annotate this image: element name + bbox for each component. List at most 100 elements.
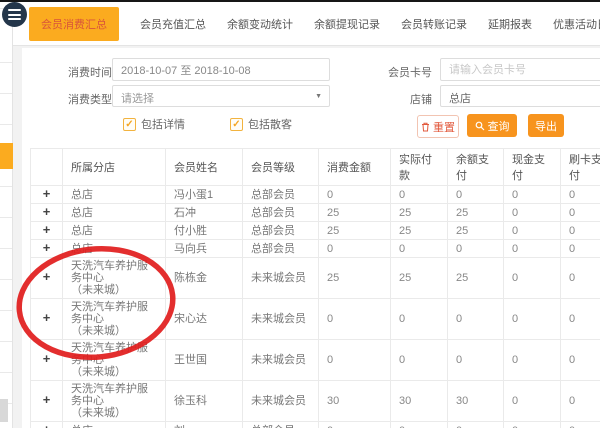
cell-member-level: 未来城会员: [243, 381, 319, 422]
column-header-1: 所属分店: [63, 149, 166, 186]
cell-member-name: 王世国: [166, 340, 243, 381]
expand-row-icon[interactable]: +: [43, 207, 51, 217]
cell-branch: 天洗汽车养护服务中心 （未来城）: [63, 299, 166, 340]
reset-button[interactable]: 重置: [417, 115, 459, 138]
cell-value: 0: [561, 222, 600, 240]
cell-member-name: 宋心达: [166, 299, 243, 340]
tab-7[interactable]: 优惠活动日志: [553, 16, 600, 32]
search-button[interactable]: 查询: [467, 114, 517, 137]
cell-value: 0: [319, 186, 391, 204]
collapsed-sidebar[interactable]: [0, 2, 13, 428]
shop-label: 店铺: [352, 91, 432, 107]
cell-member-name: 徐玉科: [166, 381, 243, 422]
cell-member-level: 未来城会员: [243, 299, 319, 340]
expand-row-icon[interactable]: +: [43, 354, 51, 364]
cell-branch: 总店: [63, 422, 166, 428]
cell-value: 30: [391, 381, 448, 422]
cell-value: 0: [319, 422, 391, 428]
cell-member-level: 总部会员: [243, 240, 319, 258]
tab-5[interactable]: 会员转账记录: [401, 16, 467, 32]
cell-value: 0: [448, 299, 504, 340]
cell-value: 0: [448, 240, 504, 258]
tab-1[interactable]: 会员消费汇总: [29, 7, 119, 41]
search-icon: [475, 121, 485, 131]
table-row: +总店马向兵总部会员00000: [31, 240, 600, 258]
tab-bar: 会员消费汇总 会员充值汇总 余额变动统计 余额提现记录 会员转账记录 延期报表 优惠活动日志…: [29, 2, 600, 46]
cell-member-name: 付小胜: [166, 222, 243, 240]
include-detail-checkbox[interactable]: ✓ 包括详情: [123, 116, 185, 132]
column-header-8: 刷卡支付: [561, 149, 600, 186]
cell-value: 25: [319, 204, 391, 222]
expand-cell: +: [31, 222, 63, 240]
cell-value: 30: [448, 381, 504, 422]
app-logo[interactable]: [2, 2, 27, 27]
cell-member-level: 总部会员: [243, 186, 319, 204]
chevron-down-icon: ▼: [315, 93, 322, 100]
results-table: 所属分店会员姓名会员等级消费金额实际付款余额支付现金支付刷卡支付 +总店冯小蛋1…: [30, 148, 600, 428]
cell-member-level: 未来城会员: [243, 258, 319, 299]
tab-4[interactable]: 余额提现记录: [314, 16, 380, 32]
content-panel: 消费时间 会员卡号 消费类型 请选择 ▼ 店铺 总店 ✓ 包括详情 ✓ 包括散客…: [22, 48, 600, 428]
cell-value: 25: [448, 222, 504, 240]
consume-type-select[interactable]: 请选择 ▼: [112, 85, 330, 107]
expand-row-icon[interactable]: +: [43, 425, 51, 428]
cell-value: 25: [319, 258, 391, 299]
cell-value: 0: [504, 299, 561, 340]
cell-value: 0: [391, 240, 448, 258]
cell-branch: 总店: [63, 222, 166, 240]
reset-button-label: 重置: [433, 119, 455, 135]
cell-value: 0: [319, 240, 391, 258]
consume-type-label: 消费类型: [52, 91, 112, 107]
cell-value: 0: [504, 240, 561, 258]
cell-value: 0: [448, 340, 504, 381]
tab-3[interactable]: 余额变动统计: [227, 16, 293, 32]
cell-member-name: 刘: [166, 422, 243, 428]
cell-branch: 总店: [63, 204, 166, 222]
cell-value: 0: [504, 381, 561, 422]
cell-value: 25: [448, 204, 504, 222]
trash-icon: [421, 122, 430, 132]
expand-row-icon[interactable]: +: [43, 395, 51, 405]
sidebar-scroll-thumb[interactable]: [0, 399, 8, 422]
tab-6[interactable]: 延期报表: [488, 16, 532, 32]
expand-cell: +: [31, 186, 63, 204]
cell-value: 0: [391, 340, 448, 381]
cell-value: 0: [391, 186, 448, 204]
table-row: +天洗汽车养护服务中心 （未来城）陈栋金未来城会员25252500: [31, 258, 600, 299]
table-row: +天洗汽车养护服务中心 （未来城）王世国未来城会员00000: [31, 340, 600, 381]
cell-value: 0: [504, 258, 561, 299]
consume-time-input[interactable]: [112, 58, 330, 81]
include-detail-label: 包括详情: [141, 116, 185, 132]
hamburger-menu-icon: [8, 9, 21, 23]
cell-value: 30: [319, 381, 391, 422]
checkbox-checked-icon: ✓: [230, 118, 243, 131]
expand-cell: +: [31, 340, 63, 381]
cell-value: 0: [561, 422, 600, 428]
member-card-input[interactable]: [440, 58, 600, 81]
expand-row-icon[interactable]: +: [43, 225, 51, 235]
expand-row-icon[interactable]: +: [43, 189, 51, 199]
checkbox-checked-icon: ✓: [123, 118, 136, 131]
app-window: 会员消费汇总 会员充值汇总 余额变动统计 余额提现记录 会员转账记录 延期报表 优惠活动日志…: [0, 0, 600, 428]
cell-value: 25: [391, 258, 448, 299]
expand-row-icon[interactable]: +: [43, 243, 51, 253]
expand-row-icon[interactable]: +: [43, 313, 51, 323]
cell-branch: 天洗汽车养护服务中心 （未来城）: [63, 258, 166, 299]
cell-value: 0: [561, 299, 600, 340]
table-header-row: 所属分店会员姓名会员等级消费金额实际付款余额支付现金支付刷卡支付: [31, 149, 600, 186]
cell-value: 0: [504, 186, 561, 204]
cell-value: 0: [448, 422, 504, 428]
cell-value: 0: [319, 299, 391, 340]
cell-member-level: 总部会员: [243, 204, 319, 222]
expand-cell: +: [31, 422, 63, 428]
export-button-label: 导出: [535, 118, 557, 134]
consume-time-label: 消费时间: [52, 64, 112, 80]
shop-select[interactable]: 总店: [440, 85, 600, 107]
cell-member-name: 石冲: [166, 204, 243, 222]
tab-2[interactable]: 会员充值汇总: [140, 16, 206, 32]
export-button[interactable]: 导出: [528, 114, 564, 137]
expand-row-icon[interactable]: +: [43, 272, 51, 282]
cell-value: 0: [504, 340, 561, 381]
include-walkin-checkbox[interactable]: ✓ 包括散客: [230, 116, 292, 132]
sidebar-active-item[interactable]: [0, 143, 13, 169]
